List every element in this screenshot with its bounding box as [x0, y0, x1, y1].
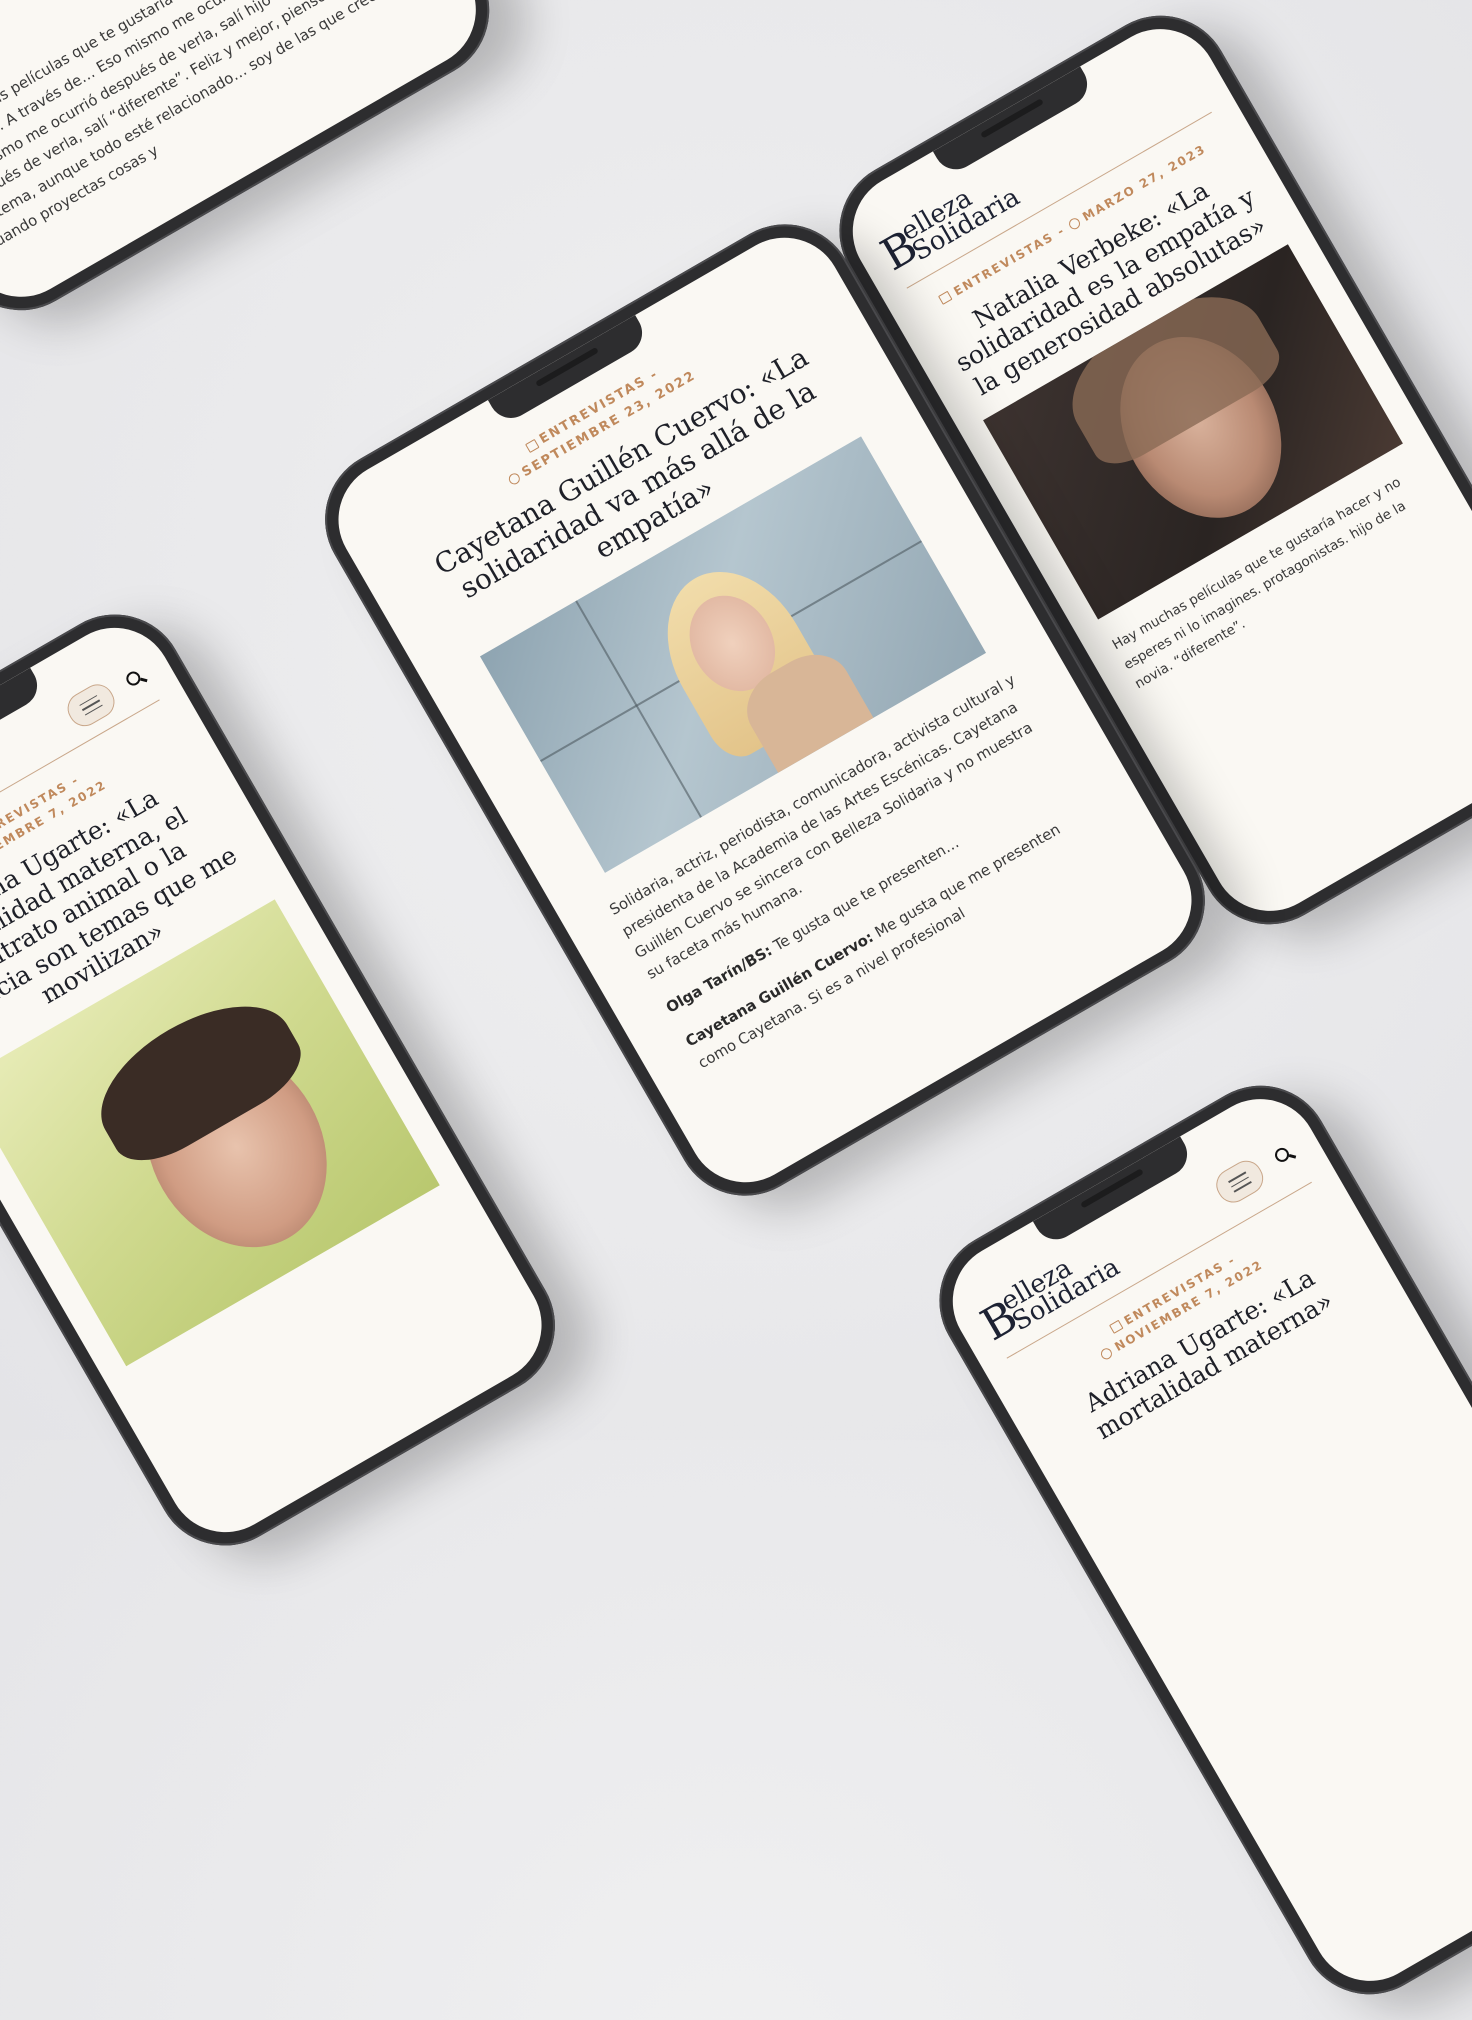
clock-icon — [1067, 215, 1083, 231]
folder-icon — [524, 438, 539, 453]
phone-bottom-right: B elleza Solidaria ENTREVISTAS - NOVIEMB… — [913, 1060, 1472, 2020]
folder-icon — [938, 290, 954, 305]
search-icon[interactable] — [122, 666, 149, 693]
phone-screen: B elleza Solidaria ENTREVISTAS - NOVIEMB… — [931, 1077, 1472, 2003]
phone-top-left: Hay muchas películas que te gustaría hac… — [0, 0, 515, 336]
clock-icon — [1099, 1345, 1115, 1361]
article-body-text: Hay muchas películas que te gustaría hac… — [0, 0, 411, 254]
phone-screen: Hay muchas películas que te gustaría hac… — [0, 0, 498, 319]
search-icon[interactable] — [1271, 1142, 1298, 1169]
menu-button[interactable] — [1210, 1155, 1270, 1209]
clock-icon — [506, 471, 522, 487]
folder-icon — [1108, 1320, 1124, 1335]
menu-button[interactable] — [61, 678, 121, 732]
